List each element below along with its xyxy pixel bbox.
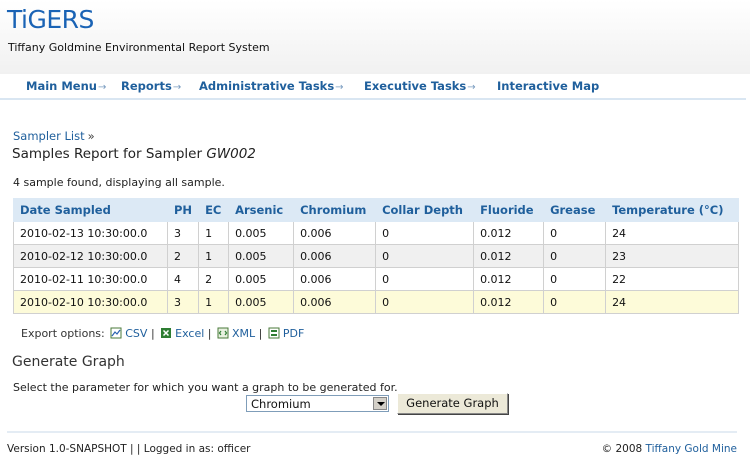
breadcrumb: Sampler List» [13, 129, 95, 143]
column-header[interactable]: Arsenic [228, 198, 295, 222]
table-cell: 0.005 [228, 221, 295, 245]
table-cell: 0 [375, 267, 475, 291]
table-cell: 24 [605, 290, 739, 314]
app-logo[interactable]: TiGERS [7, 5, 94, 34]
csv-icon[interactable] [110, 327, 122, 339]
generate-graph-heading: Generate Graph [12, 354, 125, 370]
export-options: Export options: CSV | Excel | XML | PDF [21, 327, 304, 340]
table-cell: 2 [166, 244, 200, 268]
export-excel-link[interactable]: Excel [175, 327, 204, 340]
table-row: 2010-02-11 10:30:00.0 4 2 0.005 0.006 0 … [13, 267, 739, 291]
table-cell: 23 [605, 244, 739, 268]
footer-version: Version 1.0-SNAPSHOT | | Logged in as: o… [7, 443, 251, 455]
pdf-icon[interactable] [268, 327, 280, 339]
export-csv-link[interactable]: CSV [125, 327, 147, 340]
company-link[interactable]: Tiffany Gold Mine [646, 443, 737, 455]
excel-icon[interactable] [160, 327, 172, 339]
table-cell: 0 [543, 244, 607, 268]
export-label: Export options: [21, 327, 105, 340]
nav-main-menu[interactable]: Main Menu→ [26, 79, 106, 93]
table-cell: 2010-02-13 10:30:00.0 [13, 221, 168, 245]
table-cell: 0 [543, 267, 607, 291]
column-header[interactable]: EC [198, 198, 230, 222]
table-row: 2010-02-10 10:30:00.0 3 1 0.005 0.006 0 … [13, 290, 739, 314]
table-cell: 0.006 [293, 221, 377, 245]
arrow-right-icon: → [467, 82, 476, 93]
export-separator: | [207, 327, 212, 340]
table-row: 2010-02-12 10:30:00.0 2 1 0.005 0.006 0 … [13, 244, 739, 268]
copyright-text: © 2008 [601, 443, 646, 455]
column-header[interactable]: Fluoride [473, 198, 545, 222]
table-cell: 22 [605, 267, 739, 291]
table-cell: 3 [166, 221, 200, 245]
table-cell: 1 [198, 221, 230, 245]
table-header-row: Date Sampled PH EC Arsenic Chromium Coll… [13, 198, 739, 222]
results-summary: 4 sample found, displaying all sample. [13, 176, 225, 189]
table-cell: 0.005 [228, 267, 295, 291]
column-header[interactable]: Collar Depth [375, 198, 475, 222]
parameter-select-value: Chromium [251, 397, 311, 411]
export-xml-link[interactable]: XML [232, 327, 255, 340]
table-cell: 3 [166, 290, 200, 314]
nav-interactive-map[interactable]: Interactive Map [497, 79, 599, 93]
table-cell: 0.006 [293, 244, 377, 268]
table-cell: 0.012 [473, 267, 545, 291]
page-title: Samples Report for Sampler GW002 [12, 146, 256, 162]
nav-executive-tasks[interactable]: Executive Tasks→ [364, 79, 476, 93]
table-cell: 0 [375, 290, 475, 314]
table-cell: 0.012 [473, 221, 545, 245]
column-header[interactable]: PH [166, 198, 200, 222]
column-header[interactable]: Grease [543, 198, 607, 222]
parameter-select[interactable]: Chromium [246, 395, 389, 412]
table-cell: 2010-02-11 10:30:00.0 [13, 267, 168, 291]
table-cell: 0.012 [473, 244, 545, 268]
export-separator: | [258, 327, 263, 340]
generate-graph-hint: Select the parameter for which you want … [13, 381, 398, 394]
table-cell: 0.005 [228, 290, 295, 314]
xml-icon[interactable] [217, 327, 229, 339]
table-cell: 4 [166, 267, 200, 291]
app-header: TiGERS Tiffany Goldmine Environmental Re… [0, 0, 750, 74]
table-cell: 0 [375, 221, 475, 245]
table-cell: 24 [605, 221, 739, 245]
breadcrumb-separator: » [87, 129, 95, 143]
table-cell: 0.006 [293, 290, 377, 314]
column-header[interactable]: Temperature (°C) [605, 198, 739, 222]
table-cell: 0 [543, 221, 607, 245]
export-separator: | [150, 327, 155, 340]
nav-reports[interactable]: Reports→ [121, 79, 181, 93]
table-cell: 2010-02-10 10:30:00.0 [13, 290, 168, 314]
column-header[interactable]: Chromium [293, 198, 377, 222]
app-subtitle: Tiffany Goldmine Environmental Report Sy… [8, 41, 270, 54]
table-cell: 0.006 [293, 267, 377, 291]
page-title-text: Samples Report for Sampler [12, 146, 207, 162]
sampler-id: GW002 [206, 146, 256, 162]
table-cell: 0.012 [473, 290, 545, 314]
column-header[interactable]: Date Sampled [13, 198, 168, 222]
nav-administrative-tasks[interactable]: Administrative Tasks→ [199, 79, 344, 93]
main-nav: Main Menu→ Reports→ Administrative Tasks… [0, 74, 746, 100]
export-pdf-link[interactable]: PDF [283, 327, 304, 340]
table-cell: 2010-02-12 10:30:00.0 [13, 244, 168, 268]
table-cell: 0 [375, 244, 475, 268]
arrow-right-icon: → [335, 82, 344, 93]
table-cell: 1 [198, 244, 230, 268]
breadcrumb-sampler-list-link[interactable]: Sampler List [13, 129, 85, 143]
arrow-right-icon: → [97, 82, 107, 93]
table-cell: 0 [543, 290, 607, 314]
table-cell: 1 [198, 290, 230, 314]
samples-table: Date Sampled PH EC Arsenic Chromium Coll… [13, 198, 739, 314]
arrow-right-icon: → [172, 82, 182, 93]
table-cell: 0.005 [228, 244, 295, 268]
chevron-down-icon[interactable] [373, 397, 387, 410]
footer: Version 1.0-SNAPSHOT | | Logged in as: o… [7, 431, 737, 461]
table-row: 2010-02-13 10:30:00.0 3 1 0.005 0.006 0 … [13, 221, 739, 245]
generate-graph-button[interactable]: Generate Graph [397, 393, 508, 414]
table-cell: 2 [198, 267, 230, 291]
footer-copyright: © 2008 Tiffany Gold Mine [602, 443, 737, 455]
